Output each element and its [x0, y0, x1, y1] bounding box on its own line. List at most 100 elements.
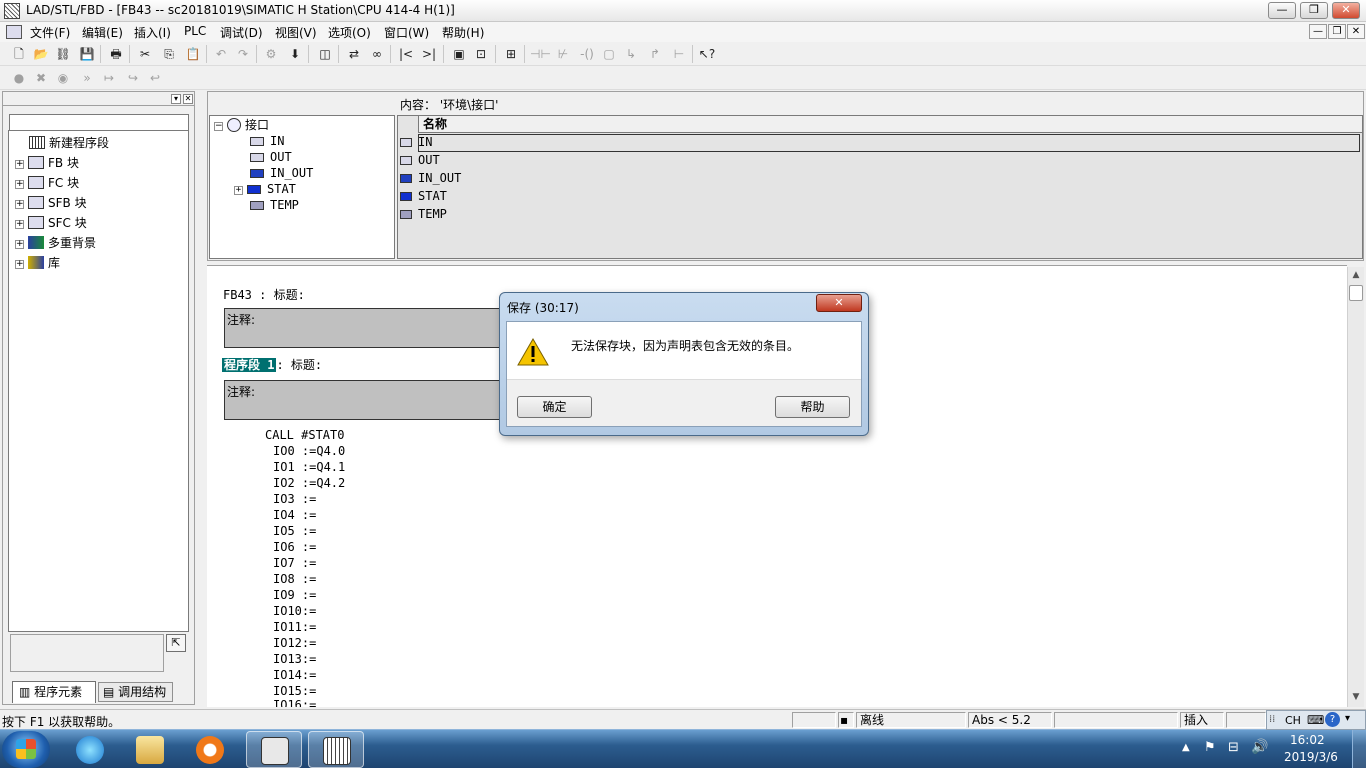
copy-icon[interactable]: ⎘ — [160, 45, 178, 63]
next-error-icon[interactable]: >| — [420, 45, 438, 63]
tree-item-temp[interactable]: TEMP — [250, 196, 299, 214]
expand-icon[interactable]: + — [15, 160, 24, 169]
menu-help[interactable]: 帮助(H) — [442, 24, 484, 41]
monitor-icon[interactable]: ◫ — [316, 45, 334, 63]
show-desktop-button[interactable] — [1352, 730, 1366, 768]
compile-icon[interactable]: ⚙ — [262, 45, 280, 63]
prev-error-icon[interactable]: |< — [397, 45, 415, 63]
code-param[interactable]: IO13:= — [273, 652, 316, 666]
code-param[interactable]: IO12:= — [273, 636, 316, 650]
code-param[interactable]: IO5 := — [273, 524, 316, 538]
menu-edit[interactable]: 编辑(E) — [82, 24, 123, 41]
dock-icon[interactable]: ▾ — [171, 94, 181, 104]
expand-icon[interactable]: + — [15, 240, 24, 249]
tree-item-multi-instance[interactable]: + 多重背景 — [15, 234, 96, 252]
connect-icon[interactable]: ⊢ — [670, 45, 688, 63]
scroll-down-icon[interactable]: ▼ — [1348, 689, 1364, 705]
scroll-up-icon[interactable]: ▲ — [1348, 267, 1364, 283]
minimize-button[interactable]: — — [1268, 2, 1296, 19]
column-header-name[interactable]: 名称 — [418, 116, 1362, 133]
tree-item-library[interactable]: + 库 — [15, 254, 60, 272]
taskbar-lad-editor[interactable] — [308, 731, 364, 768]
code-param[interactable]: IO15:= — [273, 684, 316, 698]
expand-icon[interactable]: + — [15, 220, 24, 229]
menu-plc[interactable]: PLC — [184, 24, 206, 38]
step-out-icon[interactable]: ↩ — [146, 69, 164, 87]
table-row[interactable]: OUT — [400, 151, 440, 169]
clock-time[interactable]: 16:02 — [1290, 733, 1325, 747]
panel-close-icon[interactable]: ✕ — [183, 94, 193, 104]
taskbar-explorer[interactable] — [122, 731, 178, 768]
cut-icon[interactable]: ✂ — [136, 45, 154, 63]
info-toggle-icon[interactable]: ⇱ — [166, 634, 186, 652]
ok-button[interactable]: 确定 — [517, 396, 592, 418]
box-icon[interactable]: ▢ — [600, 45, 618, 63]
code-param[interactable]: IO2 :=Q4.2 — [273, 476, 345, 490]
volume-icon[interactable]: 🔊 — [1251, 739, 1268, 755]
online-icon[interactable]: ⇄ — [345, 45, 363, 63]
expand-icon[interactable]: + — [234, 186, 243, 195]
code-param[interactable]: IO16:= — [273, 698, 316, 707]
open-icon[interactable]: 📂 — [32, 45, 50, 63]
overview-icon[interactable]: ▣ — [450, 45, 468, 63]
expand-icon[interactable]: + — [15, 200, 24, 209]
taskbar-media[interactable] — [182, 731, 238, 768]
scroll-thumb[interactable] — [1349, 285, 1363, 301]
tray-expand-icon[interactable]: ▲ — [1182, 742, 1190, 753]
print-icon[interactable]: 🖶 — [107, 45, 125, 63]
code-param[interactable]: IO1 :=Q4.1 — [273, 460, 345, 474]
table-row[interactable]: IN — [400, 133, 432, 151]
table-row[interactable]: TEMP — [400, 205, 447, 223]
branch-close-icon[interactable]: ↱ — [646, 45, 664, 63]
breakpoint-active-icon[interactable]: ◉ — [54, 69, 72, 87]
call-line[interactable]: CALL #STAT0 — [265, 428, 344, 442]
clock-date[interactable]: 2019/3/6 — [1284, 750, 1338, 764]
menu-file[interactable]: 文件(F) — [30, 24, 70, 41]
action-center-icon[interactable]: ⚑ — [1204, 740, 1216, 755]
tree-item-new-network[interactable]: 新建程序段 — [29, 134, 109, 152]
expand-icon[interactable]: + — [15, 180, 24, 189]
tab-call-structure[interactable]: ▤ 调用结构 — [98, 682, 173, 702]
new-icon[interactable]: 🗋 — [10, 45, 28, 63]
mdi-minimize-button[interactable]: — — [1309, 24, 1327, 39]
redo-icon[interactable]: ↷ — [234, 45, 252, 63]
step-icon[interactable]: ↦ — [100, 69, 118, 87]
paste-icon[interactable]: 📋 — [184, 45, 202, 63]
menu-options[interactable]: 选项(O) — [328, 24, 371, 41]
maximize-button[interactable]: ❐ — [1300, 2, 1328, 19]
collapse-icon[interactable]: − — [214, 122, 223, 131]
code-param[interactable]: IO6 := — [273, 540, 316, 554]
language-indicator[interactable]: CH — [1285, 714, 1301, 727]
mdi-close-button[interactable]: ✕ — [1347, 24, 1365, 39]
block-title[interactable]: FB43 : 标题: — [223, 286, 305, 303]
menu-insert[interactable]: 插入(I) — [134, 24, 171, 41]
expand-icon[interactable]: + — [15, 260, 24, 269]
code-param[interactable]: IO7 := — [273, 556, 316, 570]
code-param[interactable]: IO4 := — [273, 508, 316, 522]
code-param[interactable]: IO0 :=Q4.0 — [273, 444, 345, 458]
coil-icon[interactable]: -() — [578, 45, 596, 63]
network-insert-icon[interactable]: ⊞ — [502, 45, 520, 63]
code-param[interactable]: IO9 := — [273, 588, 316, 602]
doc-icon[interactable] — [6, 25, 22, 39]
glasses-icon[interactable]: ∞ — [368, 45, 386, 63]
tree-item-sfc[interactable]: + SFC 块 — [15, 214, 87, 232]
tree-item-fb[interactable]: + FB 块 — [15, 154, 79, 172]
menu-view[interactable]: 视图(V) — [275, 24, 317, 41]
network-icon[interactable]: ⊟ — [1228, 740, 1239, 755]
mdi-restore-button[interactable]: ❐ — [1328, 24, 1346, 39]
save-icon[interactable]: 💾 — [78, 45, 96, 63]
code-param[interactable]: IO11:= — [273, 620, 316, 634]
menu-window[interactable]: 窗口(W) — [384, 24, 429, 41]
block-comment-box[interactable]: 注释: — [224, 308, 514, 348]
continue-icon[interactable]: » — [78, 69, 96, 87]
tree-item-sfb[interactable]: + SFB 块 — [15, 194, 87, 212]
menu-debug[interactable]: 调试(D) — [220, 24, 263, 41]
network-header[interactable]: 程序段 1: 标题: — [222, 356, 322, 373]
keyboard-icon[interactable]: ⌨ — [1307, 713, 1324, 727]
zoom-icon[interactable]: ⊡ — [472, 45, 490, 63]
context-help-icon[interactable]: ↖? — [698, 45, 716, 63]
download-icon[interactable]: ⬇ — [286, 45, 304, 63]
contact-no-icon[interactable]: ⊣⊢ — [530, 45, 551, 63]
taskbar-simatic-manager[interactable] — [246, 731, 302, 768]
